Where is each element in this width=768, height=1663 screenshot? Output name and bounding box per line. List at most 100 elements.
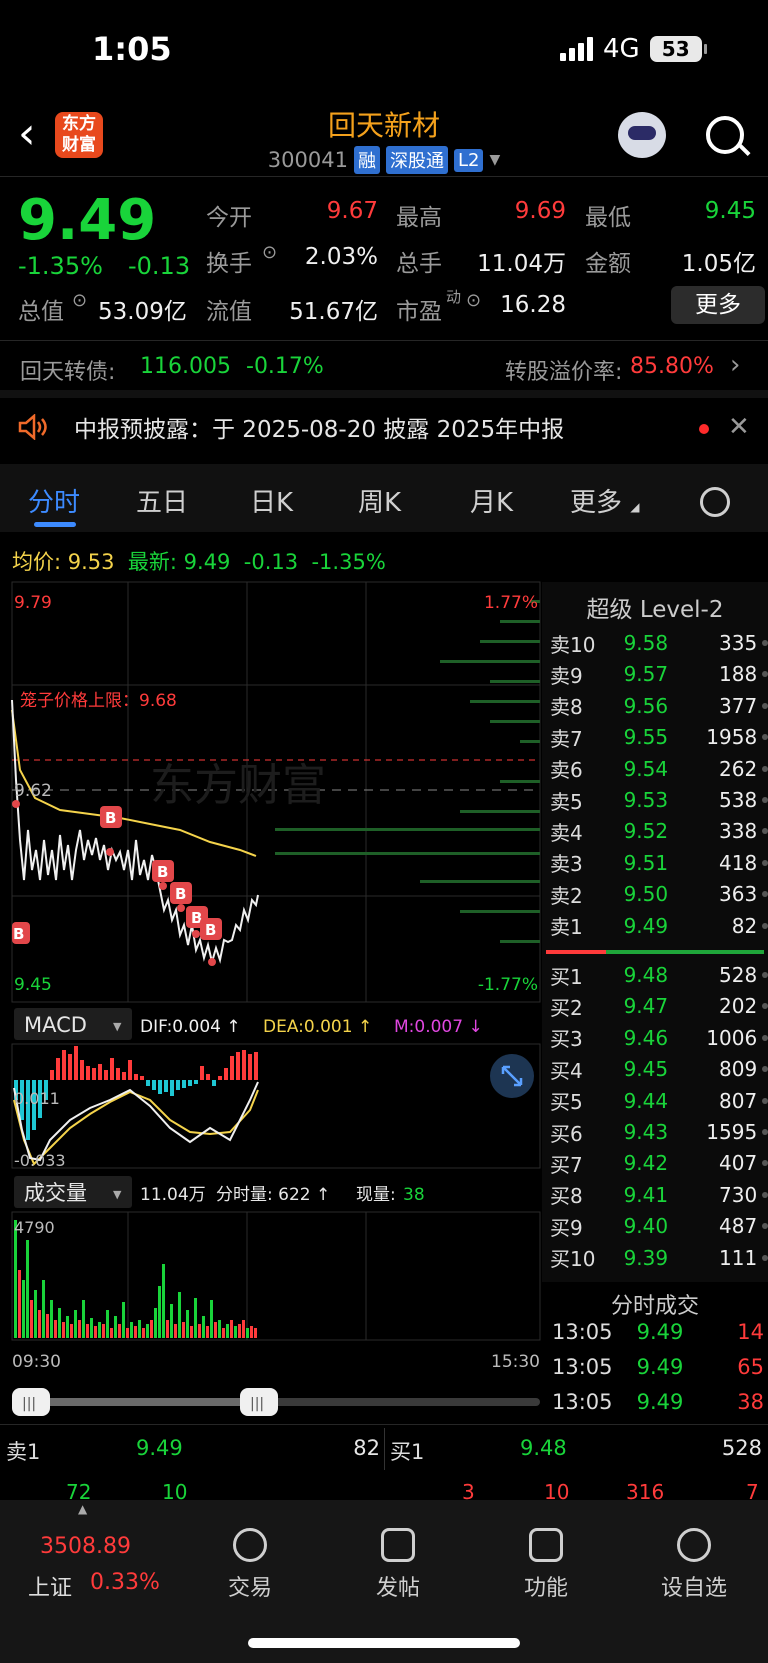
tab-monthly-k[interactable]: 月K — [470, 482, 513, 519]
status-dot — [762, 922, 768, 929]
status-dot — [762, 891, 768, 898]
status-dot — [762, 828, 768, 835]
buy-markers[interactable]: B B B B B B — [12, 806, 222, 944]
gear-icon[interactable] — [700, 487, 730, 517]
tab-daily-k[interactable]: 日K — [250, 482, 293, 519]
svg-text:B: B — [175, 885, 186, 903]
notice-text[interactable]: 中报预披露：于 2025-08-20 披露 2025年中报 — [74, 410, 564, 444]
bid-row[interactable]: 买7 9.42 407 — [550, 1148, 768, 1178]
ask-level: 卖9 — [550, 663, 583, 688]
intraday-chart[interactable]: 东方财富 B B B B B B 9.79 9.45 9.62 笼子价格上限：9… — [0, 580, 542, 1420]
tab-intraday[interactable]: 分时 — [28, 482, 80, 519]
status-time: 1:05 — [92, 30, 172, 68]
volume-selector[interactable]: 成交量 — [24, 1181, 87, 1205]
tab-weekly-k[interactable]: 周K — [358, 482, 401, 519]
ask-row[interactable]: 卖7 9.55 1958 — [550, 722, 768, 752]
watermark: 东方财富 — [150, 760, 326, 811]
status-dot — [762, 1191, 768, 1198]
volume-bars — [14, 1220, 257, 1338]
ask-volume: 82 — [731, 913, 758, 938]
tick-row: 13:05 9.49 14 — [552, 1320, 764, 1344]
svg-text:B: B — [157, 863, 168, 881]
bid-level: 买1 — [550, 964, 583, 989]
ask-row[interactable]: 卖6 9.54 262 — [550, 754, 768, 784]
nav-trade[interactable]: 交易 — [200, 1528, 300, 1602]
breakdown-4: 10 — [544, 1480, 570, 1500]
index-pct[interactable]: 0.33% — [90, 1570, 160, 1595]
bid-row[interactable]: 买1 9.48 528 — [550, 960, 768, 990]
ask-price: 9.50 — [623, 882, 669, 907]
search-icon[interactable] — [706, 116, 744, 154]
nav-watchlist[interactable]: 设自选 — [644, 1528, 744, 1602]
ask-row[interactable]: 卖4 9.52 338 — [550, 816, 768, 846]
ask-row[interactable]: 卖1 9.49 82 — [550, 911, 768, 941]
bid-row[interactable]: 买8 9.41 730 — [550, 1180, 768, 1210]
bid-volume: 487 — [719, 1214, 758, 1239]
index-value[interactable]: 3508.89 — [40, 1534, 131, 1559]
nav-functions[interactable]: 功能 — [496, 1528, 596, 1602]
pct-axis-top: 1.77% — [484, 593, 538, 613]
float-value-label: 流值 — [206, 299, 252, 325]
last-price: 9.49 — [18, 188, 157, 253]
pe-label: 市盈 — [396, 299, 442, 325]
ticks-title[interactable]: 分时成交 — [542, 1288, 768, 1320]
amount-label: 金额 — [585, 251, 631, 277]
info-icon[interactable]: ⊙ — [466, 290, 481, 311]
ask-row[interactable]: 卖9 9.57 188 — [550, 659, 768, 689]
ask-row[interactable]: 卖5 9.53 538 — [550, 785, 768, 815]
ask-volume: 335 — [719, 631, 758, 655]
bond-name[interactable]: 回天转债: — [20, 354, 115, 386]
level2-title[interactable]: 超级 Level-2 — [542, 590, 768, 624]
ask-level: 卖3 — [550, 852, 583, 877]
ask-row[interactable]: 卖3 9.51 418 — [550, 848, 768, 878]
bid-row[interactable]: 买5 9.44 807 — [550, 1086, 768, 1116]
latest-label: 最新: — [127, 550, 177, 574]
ask-row[interactable]: 卖2 9.50 363 — [550, 879, 768, 909]
svg-text:|||: ||| — [22, 1396, 36, 1412]
bid-row[interactable]: 买4 9.45 809 — [550, 1054, 768, 1084]
info-icon[interactable]: ⊙ — [72, 290, 87, 311]
ask-volume: 188 — [719, 662, 758, 687]
divider — [0, 1424, 768, 1425]
close-icon[interactable]: ✕ — [728, 412, 750, 442]
bid-price: 9.39 — [623, 1245, 669, 1270]
bid-volume: 528 — [719, 963, 758, 987]
bid-row[interactable]: 买3 9.46 1006 — [550, 1023, 768, 1053]
chevron-right-icon[interactable]: › — [730, 350, 740, 380]
macd-axis-top: 0.011 — [14, 1089, 60, 1108]
status-dot — [762, 1034, 768, 1041]
chevron-down-icon: ▼ — [489, 152, 501, 168]
tick-price: 9.49 — [636, 1390, 684, 1414]
ask-volume: 377 — [719, 693, 758, 718]
chart-tabs: 分时 五日 日K 周K 月K 更多 ◢ — [0, 464, 768, 532]
status-dot — [762, 1003, 768, 1010]
ask-volume: 363 — [719, 882, 758, 907]
ask-row[interactable]: 卖10 9.58 335 — [550, 628, 768, 658]
qbar-bid-price: 9.48 — [520, 1436, 567, 1460]
macd-dea: DEA:0.001 ↑ — [263, 1017, 372, 1037]
status-dot — [762, 702, 768, 709]
bid-level: 买3 — [550, 1027, 583, 1052]
volume-total: 11.04万 — [140, 1185, 206, 1205]
open-label: 今开 — [206, 205, 252, 231]
more-dots-icon — [677, 1528, 711, 1562]
bid-row[interactable]: 买10 9.39 111 — [550, 1243, 768, 1273]
bid-price: 9.48 — [623, 963, 669, 987]
ask-row[interactable]: 卖8 9.56 377 — [550, 691, 768, 721]
tick-row: 13:05 9.49 65 — [552, 1355, 764, 1379]
info-icon[interactable]: ⊙ — [262, 242, 277, 263]
index-name[interactable]: 上证 — [28, 1570, 72, 1602]
macd-selector[interactable]: MACD — [24, 1013, 87, 1037]
turnover-value: 2.03% — [304, 244, 378, 270]
assistant-robot-icon[interactable] — [618, 112, 666, 158]
bid-row[interactable]: 买2 9.47 202 — [550, 991, 768, 1021]
bid-row[interactable]: 买9 9.40 487 — [550, 1211, 768, 1241]
nav-post[interactable]: 发帖 — [348, 1528, 448, 1602]
tick-volume: 38 — [737, 1390, 764, 1414]
ask-volume: 338 — [719, 819, 758, 844]
bid-row[interactable]: 买6 9.43 1595 — [550, 1117, 768, 1147]
more-button[interactable]: 更多 — [671, 286, 765, 324]
tab-five-day[interactable]: 五日 — [136, 482, 188, 519]
tab-more[interactable]: 更多 ◢ — [570, 482, 640, 519]
tick-time: 13:05 — [552, 1320, 613, 1344]
